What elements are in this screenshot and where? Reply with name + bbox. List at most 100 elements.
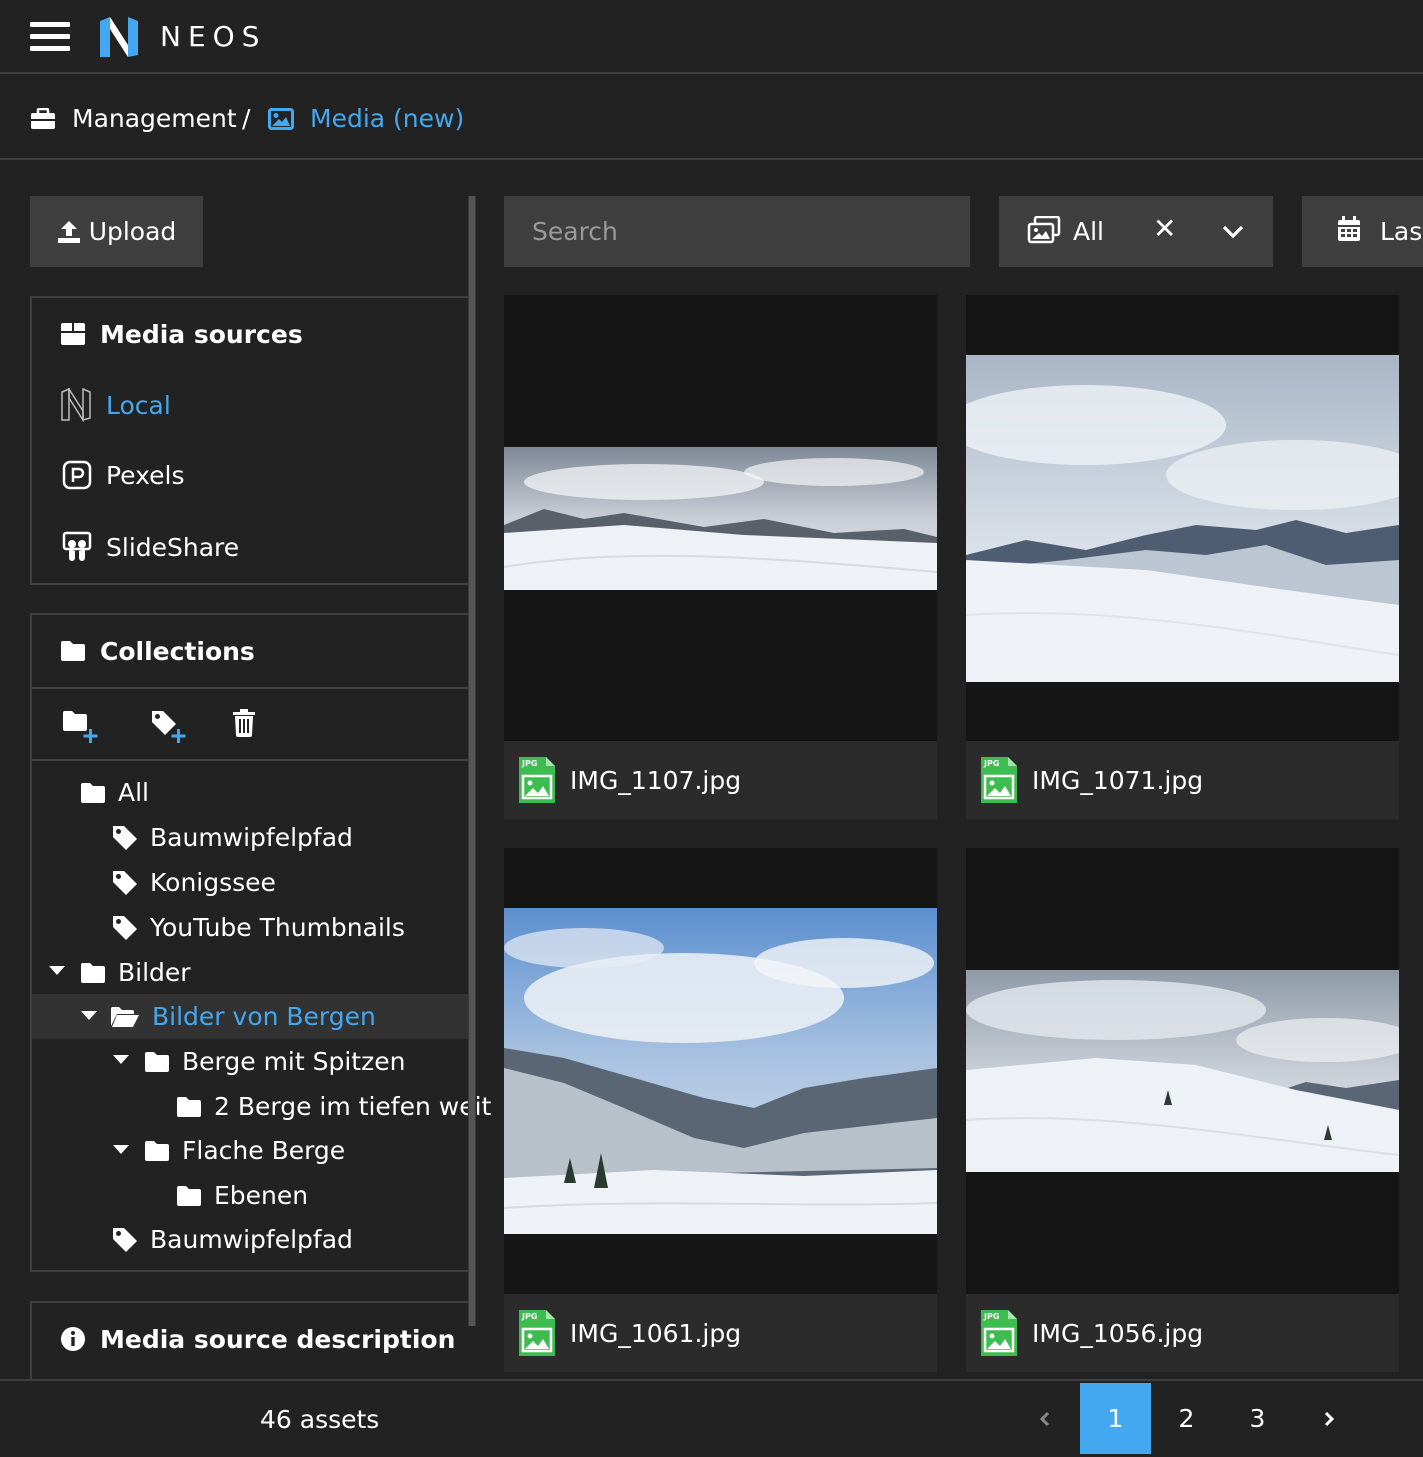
- asset-card[interactable]: JPG IMG_1056.jpg: [966, 848, 1399, 1372]
- collection-2-berge-im-tiefen-weit[interactable]: 2 Berge im tiefen weit: [176, 1092, 491, 1121]
- media-source-description-header: Media source description: [32, 1303, 468, 1375]
- add-folder-icon[interactable]: [62, 709, 102, 745]
- collection-bilder[interactable]: Bilder: [80, 958, 191, 987]
- sidebar-scrollbar-thumb[interactable]: [469, 196, 475, 1326]
- collection-label: Bilder von Bergen: [152, 1002, 376, 1031]
- image-icon: [268, 107, 294, 130]
- page-3-button[interactable]: 3: [1222, 1383, 1293, 1454]
- collections-toolbar: [32, 687, 468, 761]
- search-input[interactable]: [504, 196, 970, 267]
- page-1-button[interactable]: 1: [1080, 1383, 1151, 1454]
- jpg-file-icon: JPG: [981, 757, 1017, 803]
- chevron-right-icon: [1324, 1411, 1334, 1426]
- add-tag-icon[interactable]: [150, 709, 190, 745]
- collections-panel: Collections: [30, 613, 468, 1272]
- collection-bilder-von-bergen[interactable]: Bilder von Bergen: [110, 1002, 376, 1031]
- collections-title: Collections: [100, 636, 255, 666]
- asset-card[interactable]: JPG IMG_1107.jpg: [504, 295, 937, 819]
- footer: 46 assets 1 2 3: [0, 1379, 1423, 1457]
- source-slideshare[interactable]: SlideShare: [62, 531, 239, 563]
- tag-icon: [113, 1227, 137, 1252]
- jpg-label: JPG: [521, 759, 537, 768]
- box-icon: [61, 323, 85, 345]
- source-pexels-label: Pexels: [106, 460, 185, 490]
- tag-konigssee[interactable]: Konigssee: [112, 868, 276, 897]
- caret-down-icon[interactable]: [81, 1011, 97, 1020]
- tag-icon: [113, 825, 137, 850]
- asset-footer: JPG IMG_1071.jpg: [966, 741, 1399, 819]
- sort-dropdown[interactable]: Last: [1302, 196, 1423, 267]
- calendar-icon: [1338, 216, 1360, 241]
- folder-icon: [145, 1140, 169, 1161]
- neos-icon: [61, 388, 91, 422]
- chevron-left-icon: [1039, 1411, 1049, 1426]
- tag-baumwipfelpfad[interactable]: Baumwipfelpfad: [112, 823, 353, 852]
- collection-ebenen[interactable]: Ebenen: [176, 1181, 308, 1210]
- folder-icon: [177, 1185, 201, 1206]
- next-page-button[interactable]: [1293, 1383, 1364, 1454]
- jpg-label: JPG: [983, 759, 999, 768]
- collection-all[interactable]: All: [80, 778, 149, 807]
- caret-down-icon[interactable]: [113, 1055, 129, 1064]
- asset-filename: IMG_1107.jpg: [570, 765, 742, 795]
- collection-label: Baumwipfelpfad: [150, 1225, 353, 1254]
- media-type-filter[interactable]: All ✕: [999, 196, 1273, 267]
- breadcrumb-media-label: Media (new): [310, 104, 465, 133]
- asset-filename: IMG_1061.jpg: [570, 1318, 742, 1348]
- brand-name: NEOS: [160, 20, 267, 53]
- caret-down-icon[interactable]: [113, 1145, 129, 1154]
- upload-icon: [57, 220, 80, 243]
- asset-card[interactable]: JPG IMG_1071.jpg: [966, 295, 1399, 819]
- sort-label: Last: [1380, 217, 1423, 246]
- jpg-file-icon: JPG: [981, 1310, 1017, 1356]
- collection-label: YouTube Thumbnails: [150, 913, 405, 942]
- top-bar: NEOS: [0, 0, 1423, 74]
- collection-label: Baumwipfelpfad: [150, 823, 353, 852]
- collection-berge-mit-spitzen[interactable]: Berge mit Spitzen: [144, 1047, 405, 1076]
- caret-down-icon[interactable]: [49, 966, 65, 975]
- breadcrumb-management[interactable]: Management: [30, 104, 237, 133]
- collection-flache-berge[interactable]: Flache Berge: [144, 1136, 345, 1165]
- breadcrumb-media[interactable]: Media (new): [268, 104, 464, 133]
- prev-page-button[interactable]: [1009, 1383, 1080, 1454]
- page-2-button[interactable]: 2: [1151, 1383, 1222, 1454]
- breadcrumb-separator: /: [242, 104, 251, 133]
- asset-thumbnail: [966, 355, 1399, 682]
- jpg-file-icon: JPG: [519, 1310, 555, 1356]
- folder-icon: [81, 782, 105, 803]
- tag-icon: [113, 915, 137, 940]
- upload-label: Upload: [88, 217, 177, 246]
- asset-filename: IMG_1056.jpg: [1032, 1318, 1204, 1348]
- folder-icon: [177, 1096, 201, 1117]
- collection-label: Flache Berge: [182, 1136, 346, 1165]
- asset-thumbnail: [504, 447, 937, 590]
- media-sources-header: Media sources: [32, 298, 468, 370]
- media-source-description-panel[interactable]: Media source description: [30, 1301, 468, 1381]
- jpg-file-icon: JPG: [519, 757, 555, 803]
- asset-footer: JPG IMG_1061.jpg: [504, 1294, 937, 1372]
- collection-label: Ebenen: [214, 1181, 309, 1210]
- chevron-down-icon[interactable]: [1221, 224, 1245, 240]
- source-slideshare-label: SlideShare: [106, 532, 240, 562]
- source-local[interactable]: Local: [60, 388, 171, 422]
- media-sources-panel: Media sources Local Pexels SlideShare: [30, 296, 468, 585]
- tag-youtube-thumbnails[interactable]: YouTube Thumbnails: [112, 913, 405, 942]
- collection-label: Berge mit Spitzen: [182, 1047, 406, 1076]
- collection-label: 2 Berge im tiefen weit: [214, 1092, 492, 1121]
- close-icon[interactable]: ✕: [1153, 212, 1176, 245]
- folder-icon: [145, 1051, 169, 1072]
- tag-baumwipfelpfad-2[interactable]: Baumwipfelpfad: [112, 1225, 353, 1254]
- asset-card[interactable]: JPG IMG_1061.jpg: [504, 848, 937, 1372]
- media-sources-title: Media sources: [100, 319, 303, 349]
- folder-icon: [81, 962, 105, 983]
- source-pexels[interactable]: Pexels: [62, 460, 185, 490]
- upload-button[interactable]: Upload: [30, 196, 203, 267]
- trash-icon[interactable]: [232, 709, 256, 737]
- slideshare-icon: [62, 531, 92, 561]
- images-icon: [1027, 216, 1061, 244]
- tag-icon: [113, 870, 137, 895]
- jpg-label: JPG: [983, 1312, 999, 1321]
- briefcase-icon: [31, 107, 55, 129]
- menu-icon[interactable]: [30, 22, 70, 52]
- asset-footer: JPG IMG_1107.jpg: [504, 741, 937, 819]
